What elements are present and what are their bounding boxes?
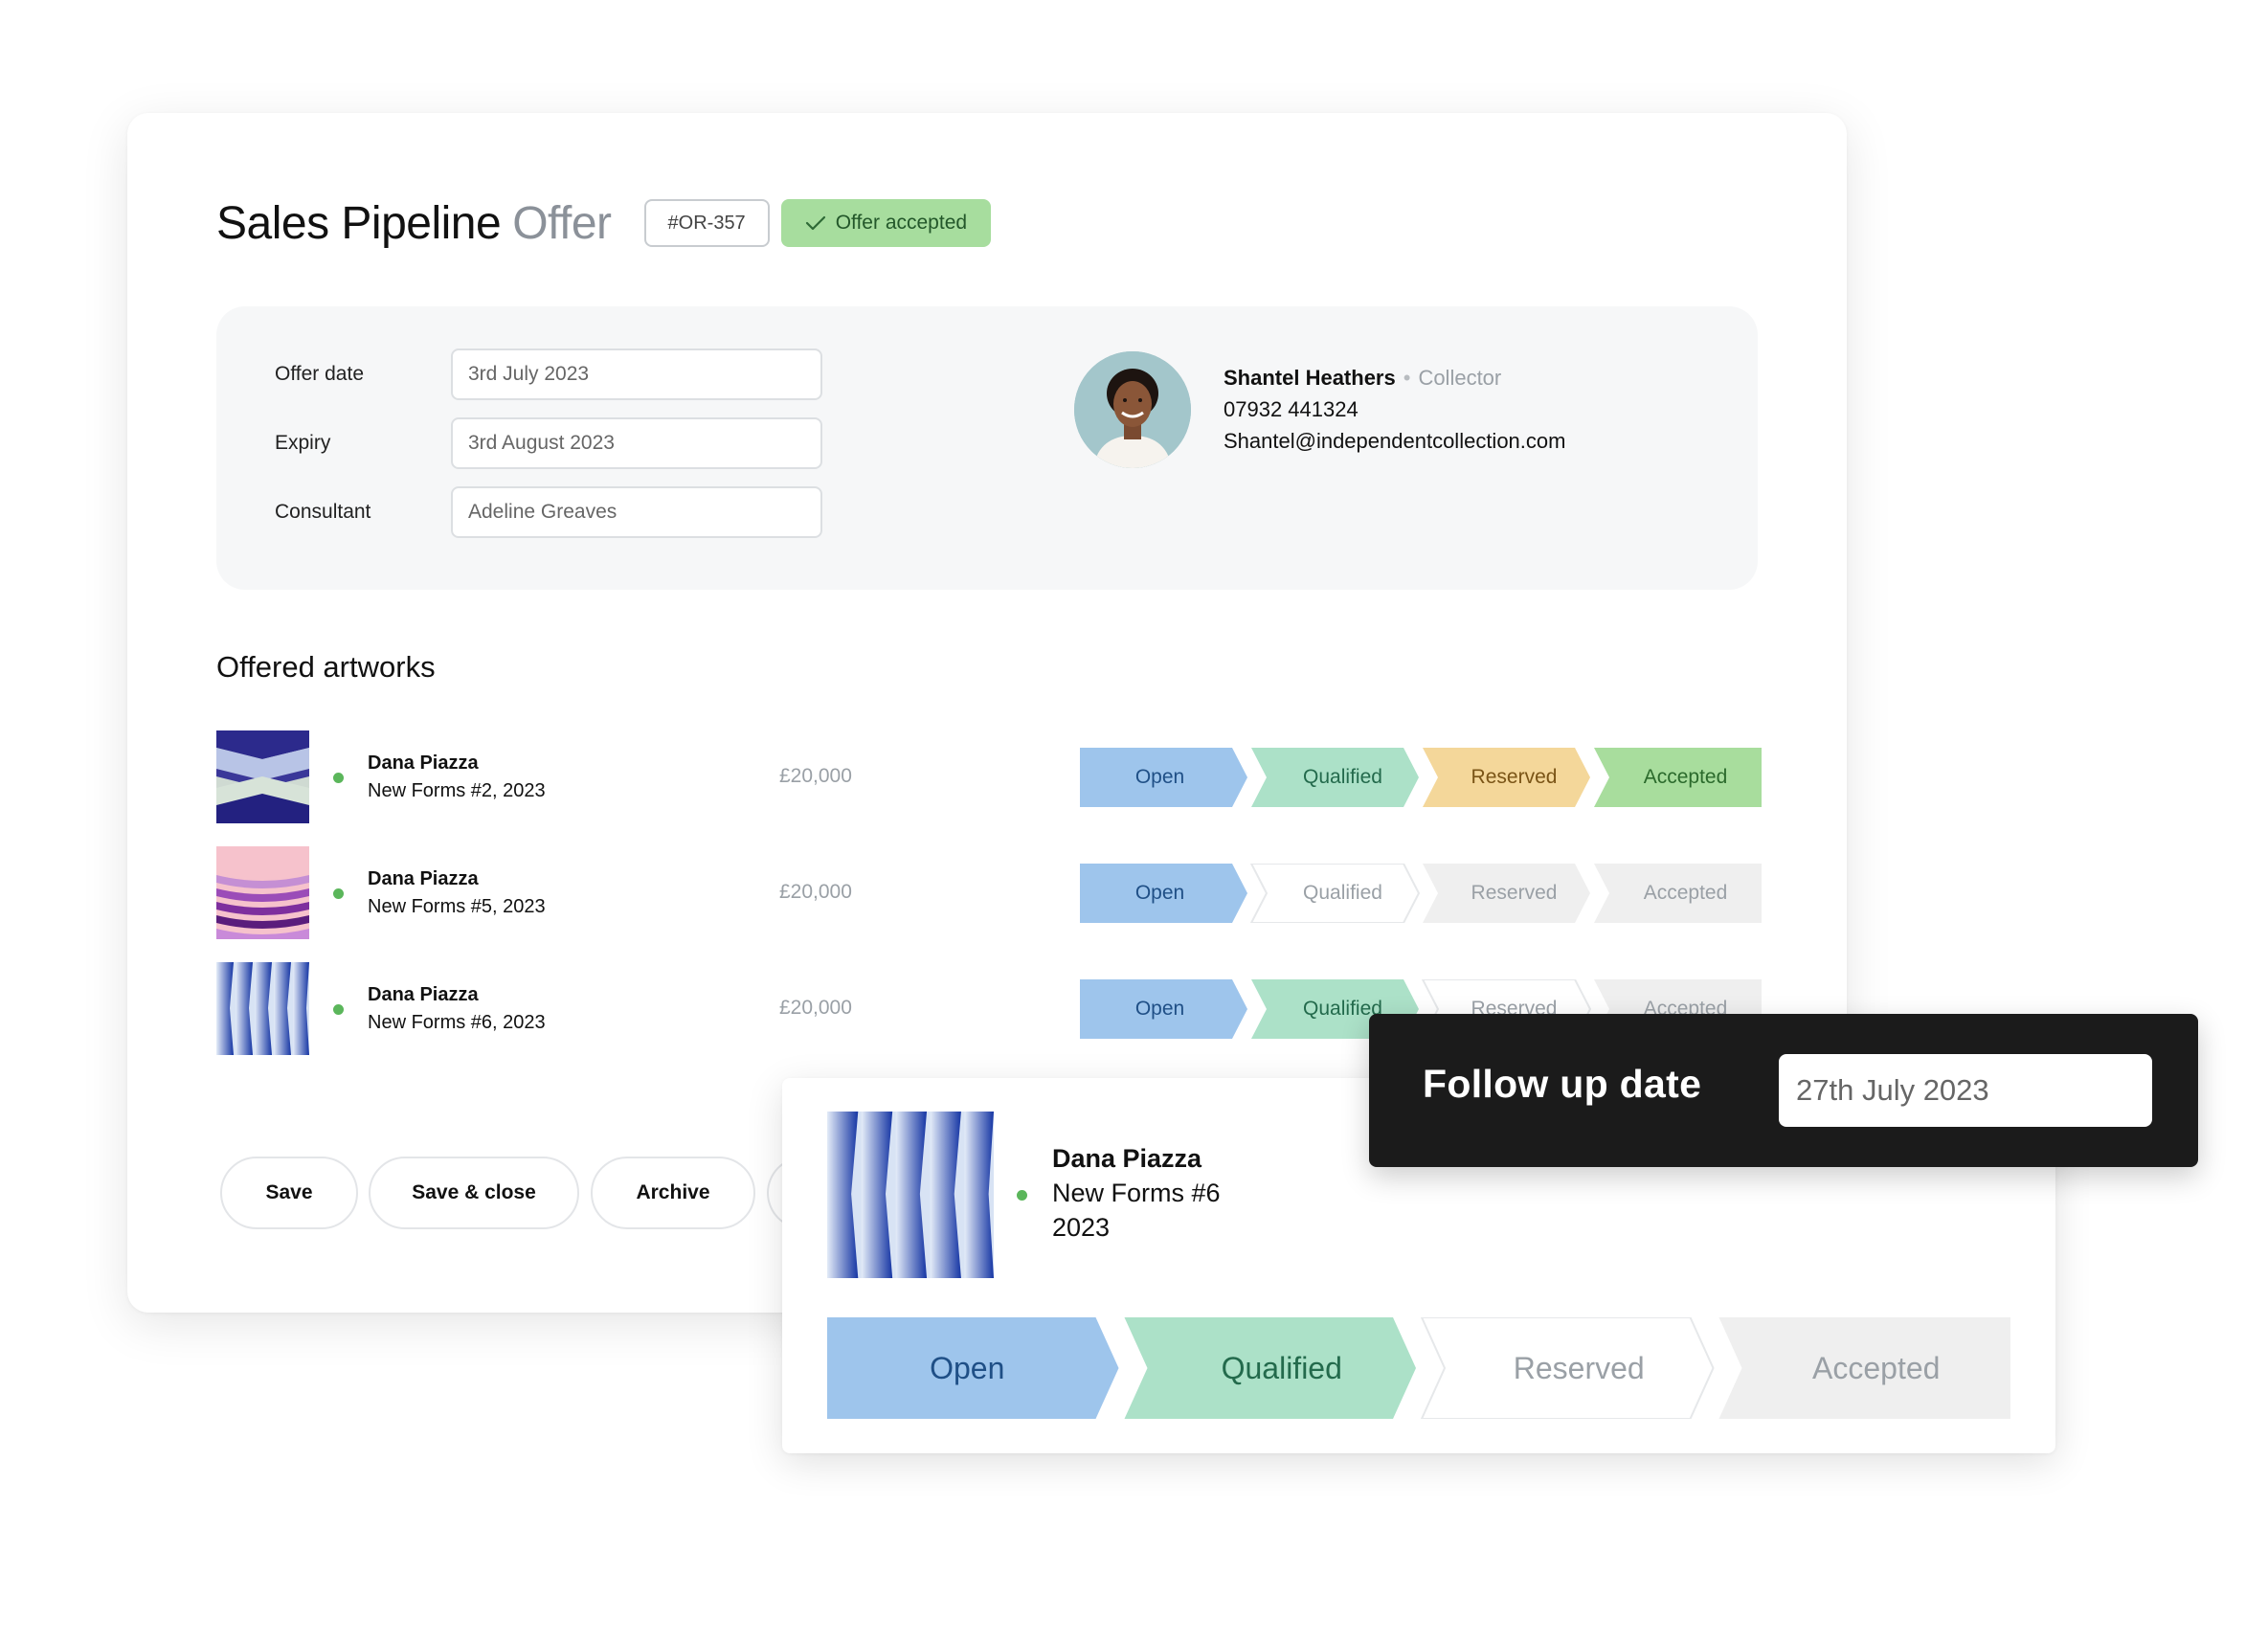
- expiry-row: Expiry 3rd August 2023: [275, 417, 822, 469]
- stage-tracker: Open Qualified Reserved Accepted: [1080, 748, 1762, 807]
- artwork-thumbnail: [216, 846, 309, 939]
- artwork-thumbnail-large: [827, 1112, 994, 1278]
- contact-role: Collector: [1418, 366, 1502, 390]
- separator-dot: •: [1403, 366, 1411, 390]
- artwork-price: £20,000: [779, 881, 852, 903]
- stage-accepted-chevron[interactable]: [1594, 864, 1762, 923]
- avatar: [1074, 351, 1191, 468]
- status-dot: [333, 888, 344, 899]
- stage-open-chevron[interactable]: [1080, 979, 1247, 1039]
- stage-qualified-chevron[interactable]: [1249, 864, 1421, 923]
- contact-info: Shantel Heathers • Collector 07932 441324 …: [1224, 362, 1565, 457]
- status-dot: [1017, 1190, 1027, 1201]
- artwork-price: £20,000: [779, 765, 852, 787]
- status-badge-label: Offer accepted: [835, 212, 968, 234]
- check-icon: [805, 215, 825, 231]
- archive-button[interactable]: Archive: [591, 1157, 755, 1229]
- artwork-info: Dana Piazza New Forms #5, 2023: [368, 865, 546, 921]
- artwork-price: £20,000: [779, 997, 852, 1019]
- offer-date-field[interactable]: 3rd July 2023: [451, 348, 822, 400]
- artwork-info: Dana Piazza New Forms #2, 2023: [368, 750, 546, 805]
- stage-reserved-chevron[interactable]: [1423, 864, 1590, 923]
- page-subtitle: Offer: [512, 197, 612, 249]
- artwork-title: New Forms #5, 2023: [368, 896, 546, 917]
- artwork-info: Dana Piazza New Forms #6 2023: [1052, 1141, 1221, 1245]
- follow-up-label: Follow up date: [1423, 1062, 1702, 1106]
- offer-date-label: Offer date: [275, 363, 365, 385]
- artwork-artist: Dana Piazza: [368, 868, 479, 889]
- stage-open-chevron[interactable]: [1080, 748, 1247, 807]
- stage-reserved-chevron[interactable]: [1420, 1317, 1715, 1419]
- artwork-artist: Dana Piazza: [368, 984, 479, 1005]
- consultant-field[interactable]: Adeline Greaves: [451, 486, 822, 538]
- expiry-field[interactable]: 3rd August 2023: [451, 417, 822, 469]
- follow-up-date-input[interactable]: 27th July 2023: [1779, 1054, 2152, 1127]
- offered-artworks-title: Offered artworks: [216, 650, 436, 684]
- offer-details-panel: Offer date 3rd July 2023 Expiry 3rd Augu…: [216, 306, 1758, 590]
- stage-accepted-chevron[interactable]: [1594, 748, 1762, 807]
- stage-tracker-large: Open Qualified Reserved Accepted: [827, 1317, 2010, 1419]
- stage-accepted-chevron[interactable]: [1718, 1317, 2011, 1419]
- artwork-title: New Forms #6, 2023: [368, 1012, 546, 1033]
- status-badge: Offer accepted: [780, 199, 992, 247]
- stage-open-chevron[interactable]: [827, 1317, 1119, 1419]
- status-dot: [333, 773, 344, 783]
- stage-open-chevron[interactable]: [1080, 864, 1247, 923]
- artwork-row[interactable]: Dana Piazza New Forms #2, 2023 £20,000 O…: [216, 730, 1762, 823]
- page-title: Sales Pipeline Offer: [216, 197, 612, 250]
- stage-qualified-chevron[interactable]: [1251, 748, 1419, 807]
- artwork-artist: Dana Piazza: [368, 753, 479, 774]
- artwork-title: New Forms #6: [1052, 1179, 1221, 1207]
- reference-badge: #OR-357: [643, 199, 770, 247]
- artwork-info: Dana Piazza New Forms #6, 2023: [368, 981, 546, 1037]
- artwork-artist: Dana Piazza: [1052, 1144, 1202, 1173]
- expiry-label: Expiry: [275, 432, 331, 454]
- follow-up-date-panel: Follow up date 27th July 2023: [1369, 1014, 2198, 1167]
- page-title-text: Sales Pipeline: [216, 197, 502, 249]
- stage-reserved-chevron[interactable]: [1423, 748, 1590, 807]
- status-dot: [333, 1004, 344, 1015]
- header: Sales Pipeline Offer #OR-357 Offer accept…: [216, 185, 992, 261]
- save-close-button[interactable]: Save & close: [369, 1157, 579, 1229]
- artwork-row[interactable]: Dana Piazza New Forms #5, 2023 £20,000 O…: [216, 846, 1762, 939]
- stage-tracker: Open Qualified Reserved Accepted: [1080, 864, 1762, 923]
- contact-email: Shantel@independentcollection.com: [1224, 429, 1566, 453]
- artwork-title: New Forms #2, 2023: [368, 780, 546, 801]
- artwork-thumbnail: [216, 730, 309, 823]
- consultant-label: Consultant: [275, 501, 371, 523]
- save-button[interactable]: Save: [220, 1157, 358, 1229]
- artwork-thumbnail: [216, 962, 309, 1055]
- offer-date-row: Offer date 3rd July 2023: [275, 348, 822, 400]
- contact-phone: 07932 441324: [1224, 397, 1359, 421]
- stage-qualified-chevron[interactable]: [1124, 1317, 1417, 1419]
- artwork-year: 2023: [1052, 1213, 1111, 1242]
- consultant-row: Consultant Adeline Greaves: [275, 486, 822, 538]
- contact-name: Shantel Heathers: [1224, 366, 1396, 390]
